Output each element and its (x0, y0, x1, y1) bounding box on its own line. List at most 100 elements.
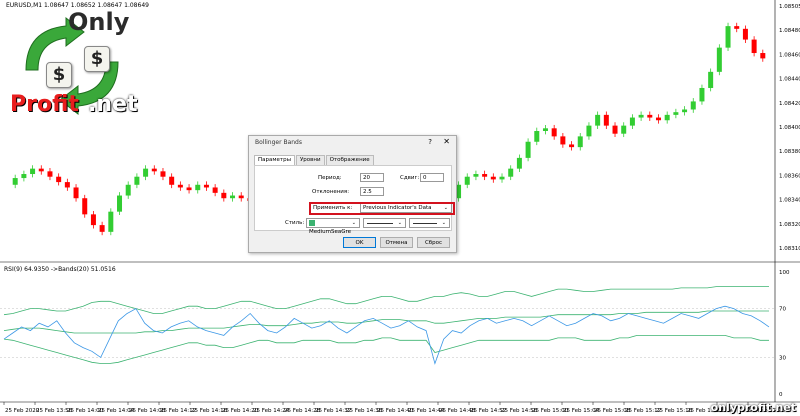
line-style-icon (367, 223, 393, 224)
candle-body (603, 114, 609, 126)
candle-body (569, 144, 575, 148)
candle-body (47, 171, 53, 177)
tab-display[interactable]: Отображение (325, 155, 374, 165)
rsi-line (3, 305, 770, 365)
tab-parameters[interactable]: Параметры (254, 155, 295, 165)
candle-body (760, 53, 766, 59)
candle-body (64, 182, 70, 188)
time-tick-label: 25 Feb 2020 (5, 408, 40, 414)
tab-bar: Параметры Уровни Отображение (254, 155, 375, 165)
candle-body (534, 131, 540, 142)
price-tick-label: 1.08310 (779, 246, 800, 252)
candle-body (542, 128, 548, 131)
candle-body (647, 114, 653, 118)
price-tick-label: 1.08320 (779, 222, 800, 228)
line-width-select[interactable]: ⌄ (409, 218, 450, 228)
style-color-select[interactable]: MediumSeaGre ⌄ (306, 218, 360, 235)
candle-body (551, 128, 557, 137)
chevron-down-icon: ⌄ (441, 220, 446, 226)
candle-body (12, 178, 18, 185)
candle-body (655, 117, 661, 121)
indicator-info: RSI(9) 64.9350 ->Bands(20) 51.0516 (4, 266, 116, 273)
upper-band-line (3, 286, 769, 316)
price-tick-label: 1.08380 (779, 149, 800, 155)
cancel-button[interactable]: Отмена (380, 237, 413, 248)
candle-body (195, 184, 201, 191)
candle-body (212, 187, 218, 193)
parameters-panel: Период: 20 Сдвиг: 0 Отклонения: 2.5 Прим… (254, 165, 455, 235)
bollinger-bands-dialog: Bollinger Bands ? ✕ Параметры Уровни Ото… (248, 135, 457, 253)
candle-body (82, 198, 88, 215)
candle-body (90, 214, 96, 226)
candle-body (673, 112, 679, 115)
candle-body (134, 176, 140, 185)
price-tick-label: 1.08440 (779, 77, 800, 83)
candle-body (734, 26, 740, 29)
candle-body (125, 184, 131, 196)
indicator-tick-label: 70 (779, 307, 786, 313)
price-tick-label: 1.08480 (779, 28, 800, 34)
candle-body (99, 225, 105, 232)
chevron-down-icon: ⌄ (351, 220, 356, 226)
candle-body (525, 141, 531, 158)
candle-body (742, 28, 748, 40)
reset-button[interactable]: Сброс (417, 237, 450, 248)
candle-body (638, 114, 644, 118)
candle-body (629, 117, 635, 126)
candle-body (464, 176, 470, 185)
dialog-title: Bollinger Bands (255, 139, 302, 146)
line-style-select[interactable]: ⌄ (363, 218, 406, 228)
candle-body (586, 125, 592, 137)
indicator-tick-label: 0 (779, 392, 783, 398)
help-button[interactable]: ? (428, 138, 432, 146)
close-button[interactable]: ✕ (443, 137, 450, 146)
dollar-icon: $ (84, 46, 110, 72)
candle-body (699, 87, 705, 102)
candle-body (516, 157, 522, 169)
middle-band-line (3, 310, 769, 334)
candle-body (30, 168, 36, 175)
candle-body (751, 39, 757, 54)
apply-to-highlight (309, 202, 455, 215)
deviation-label: Отклонения: (312, 189, 350, 195)
indicator-tick-label: 100 (779, 270, 790, 276)
candle-body (238, 195, 244, 199)
style-label: Стиль: (285, 220, 305, 226)
price-tick-label: 1.08340 (779, 198, 800, 204)
logo: Only $ $ Profit .net (6, 8, 138, 122)
candle-body (508, 168, 514, 177)
candle-body (482, 174, 488, 177)
deviation-input[interactable]: 2.5 (360, 187, 384, 196)
candle-body (577, 136, 583, 148)
dollar-icon: $ (46, 62, 72, 88)
period-label: Период: (318, 175, 342, 181)
candle-body (612, 125, 618, 134)
candle-body (21, 174, 27, 179)
candle-body (117, 195, 123, 212)
candle-body (690, 101, 696, 110)
logo-profit-text: Profit (10, 92, 79, 117)
candle-body (108, 211, 114, 232)
logo-net-text: .net (88, 92, 138, 117)
candle-body (160, 171, 166, 177)
candle-body (186, 187, 192, 191)
watermark: onlyprofit.net (710, 401, 796, 414)
color-swatch-icon (309, 219, 315, 226)
candle-body (73, 187, 79, 199)
price-tick-label: 1.08420 (779, 101, 800, 107)
line-width-icon (413, 223, 437, 224)
candle-body (708, 71, 714, 88)
ok-button[interactable]: OK (343, 237, 376, 248)
candle-body (143, 168, 149, 177)
chevron-down-icon: ⌄ (397, 220, 402, 226)
candle-body (56, 176, 62, 183)
price-tick-label: 1.08460 (779, 52, 800, 58)
candle-body (664, 114, 670, 121)
tab-levels[interactable]: Уровни (295, 155, 325, 165)
indicator-pane (0, 286, 775, 365)
shift-input[interactable]: 0 (420, 173, 444, 182)
period-input[interactable]: 20 (360, 173, 384, 182)
candle-body (473, 174, 479, 177)
candle-body (682, 109, 688, 113)
candle-body (490, 176, 496, 180)
